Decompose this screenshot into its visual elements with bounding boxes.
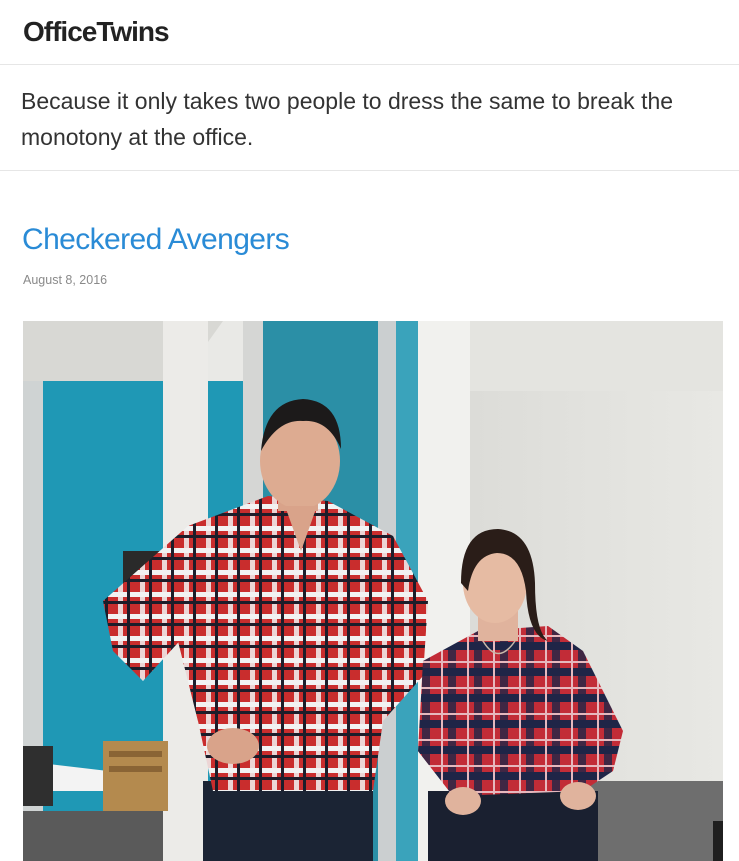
tagline-section: Because it only takes two people to dres… — [0, 65, 739, 171]
site-header: OfficeTwins — [0, 0, 739, 65]
post-photo — [23, 321, 723, 861]
site-tagline: Because it only takes two people to dres… — [21, 88, 674, 150]
post: Checkered Avengers August 8, 2016 — [0, 171, 739, 861]
post-title-link[interactable]: Checkered Avengers — [22, 221, 290, 259]
post-date: August 8, 2016 — [23, 273, 108, 287]
site-title-link[interactable]: OfficeTwins — [23, 16, 170, 48]
